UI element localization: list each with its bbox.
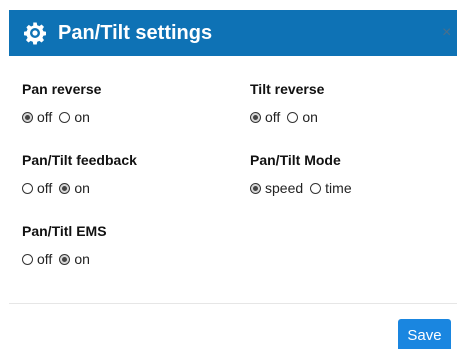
- tilt-reverse-field: Tilt reverse off on: [250, 80, 325, 125]
- pan-titl-ems-label: Pan/Titl EMS: [22, 223, 107, 239]
- tilt-reverse-on-option[interactable]: on: [287, 109, 318, 125]
- save-button[interactable]: Save: [398, 319, 451, 349]
- pan-titl-ems-field: Pan/Titl EMS off on: [22, 222, 107, 267]
- radio-button[interactable]: [22, 182, 33, 194]
- pan-reverse-off-option[interactable]: off: [22, 109, 52, 125]
- option-label: on: [74, 251, 90, 267]
- pan-titl-ems-on-option[interactable]: on: [59, 251, 90, 267]
- radio-button[interactable]: [250, 182, 261, 194]
- footer-divider: [9, 303, 457, 304]
- dialog-title: Pan/Tilt settings: [58, 22, 213, 44]
- pan-reverse-on-option[interactable]: on: [59, 109, 90, 125]
- close-icon[interactable]: ×: [442, 23, 451, 43]
- radio-button[interactable]: [59, 253, 71, 265]
- pan-tilt-mode-options: speed time: [250, 180, 359, 196]
- option-label: time: [325, 180, 352, 196]
- radio-button[interactable]: [22, 111, 33, 123]
- radio-button[interactable]: [310, 182, 322, 194]
- dialog-header: Pan/Tilt settings ×: [9, 10, 457, 56]
- radio-button[interactable]: [59, 111, 71, 123]
- pan-tilt-mode-speed-option[interactable]: speed: [250, 180, 303, 196]
- option-label: speed: [265, 180, 304, 196]
- tilt-reverse-label: Tilt reverse: [250, 81, 325, 97]
- option-label: off: [37, 109, 53, 125]
- pan-reverse-options: off on: [22, 109, 101, 125]
- pan-tilt-mode-field: Pan/Tilt Mode speed time: [250, 151, 359, 196]
- pan-tilt-feedback-on-option[interactable]: on: [59, 180, 90, 196]
- radio-button[interactable]: [22, 253, 33, 265]
- gear-icon: [24, 22, 46, 45]
- radio-button[interactable]: [250, 111, 261, 123]
- option-label: on: [74, 109, 90, 125]
- pan-tilt-mode-time-option[interactable]: time: [310, 180, 352, 196]
- option-label: off: [265, 109, 281, 125]
- pan-tilt-feedback-off-option[interactable]: off: [22, 180, 52, 196]
- option-label: off: [37, 251, 53, 267]
- pan-reverse-field: Pan reverse off on: [22, 80, 101, 125]
- radio-button[interactable]: [59, 182, 71, 194]
- pan-titl-ems-options: off on: [22, 251, 107, 267]
- option-label: off: [37, 180, 53, 196]
- radio-button[interactable]: [287, 111, 299, 123]
- pan-tilt-feedback-label: Pan/Tilt feedback: [22, 152, 137, 168]
- pan-tilt-feedback-options: off on: [22, 180, 137, 196]
- pan-titl-ems-off-option[interactable]: off: [22, 251, 52, 267]
- tilt-reverse-off-option[interactable]: off: [250, 109, 280, 125]
- pan-tilt-mode-label: Pan/Tilt Mode: [250, 152, 341, 168]
- pan-tilt-feedback-field: Pan/Tilt feedback off on: [22, 151, 137, 196]
- pan-reverse-label: Pan reverse: [22, 81, 102, 97]
- pan-tilt-settings-dialog: Pan/Tilt settings × Pan reverse off on T…: [0, 0, 457, 349]
- option-label: on: [74, 180, 90, 196]
- option-label: on: [302, 109, 318, 125]
- tilt-reverse-options: off on: [250, 109, 325, 125]
